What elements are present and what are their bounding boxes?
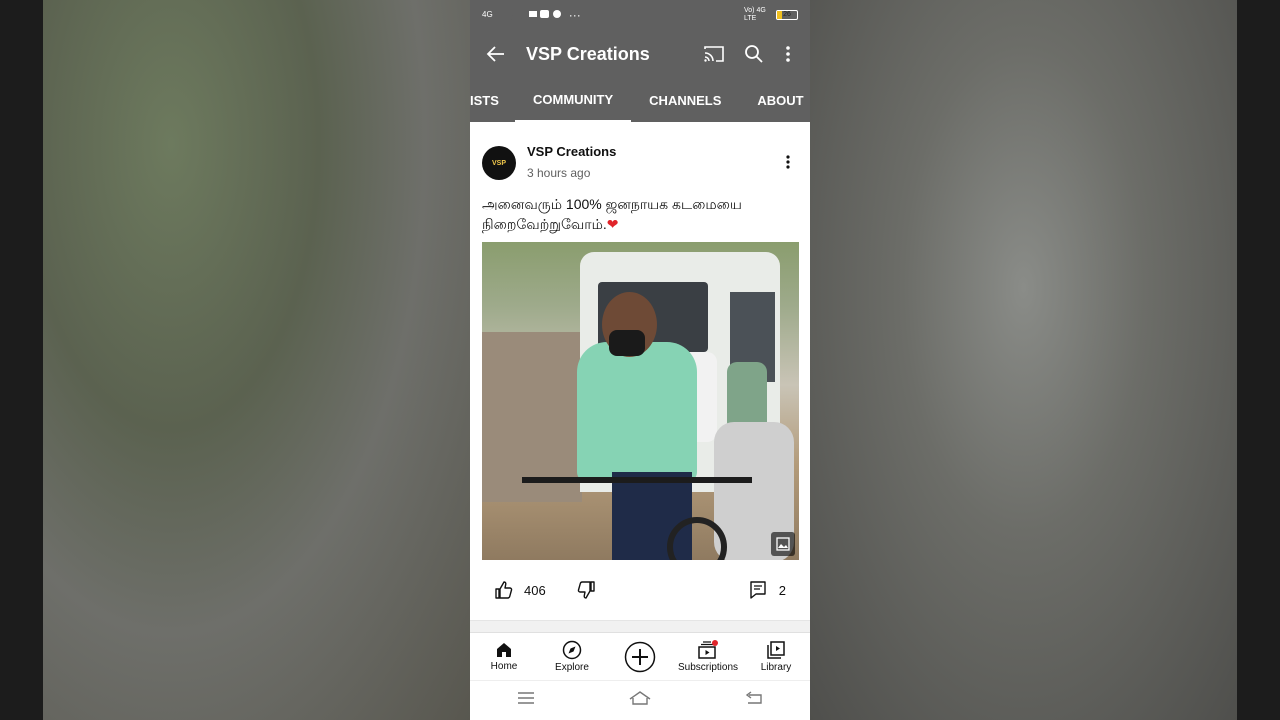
post-header: VSP VSP Creations 3 hours ago bbox=[482, 122, 798, 180]
notification-icons bbox=[528, 8, 563, 22]
image-icon bbox=[776, 537, 790, 551]
tab-about[interactable]: ABOUT bbox=[739, 78, 803, 122]
post-time: 3 hours ago bbox=[527, 166, 591, 180]
post-text: அனைவரும் 100% ஜனநாயக கடமையை நிறைவேற்றுவோ… bbox=[482, 194, 782, 234]
tab-community[interactable]: COMMUNITY bbox=[515, 78, 632, 122]
back-icon bbox=[746, 691, 763, 704]
image-badge bbox=[771, 532, 795, 556]
menu-icon bbox=[517, 692, 534, 704]
more-vert-icon bbox=[786, 46, 790, 62]
system-home-button[interactable] bbox=[628, 690, 652, 711]
cast-button[interactable] bbox=[694, 34, 734, 74]
comment-count: 2 bbox=[778, 582, 786, 598]
nav-explore[interactable]: Explore bbox=[538, 633, 606, 680]
back-button[interactable] bbox=[486, 34, 506, 74]
home-outline-icon bbox=[629, 691, 651, 705]
comment-icon bbox=[750, 581, 766, 599]
more-notifications: ··· bbox=[568, 8, 581, 22]
background-right-panel bbox=[810, 0, 1237, 720]
post-text-line-2: நிறைவேற்றுவோம். bbox=[482, 216, 607, 232]
subscriptions-icon bbox=[698, 640, 718, 659]
image-cyclist-body bbox=[577, 342, 697, 482]
battery-icon: 26 bbox=[776, 10, 798, 20]
tab-playlists[interactable]: ISTS bbox=[470, 78, 515, 122]
phone-screen: 4G 1:45 ··· Vo) 4G LTE 26 VSP Creations … bbox=[470, 0, 810, 720]
system-navigation-bar bbox=[470, 680, 810, 720]
cast-icon bbox=[704, 46, 724, 62]
tab-channels[interactable]: CHANNELS bbox=[631, 78, 739, 122]
post-menu-button[interactable] bbox=[778, 144, 798, 180]
community-post: VSP VSP Creations 3 hours ago அனைவரும் 1… bbox=[470, 122, 810, 620]
system-back-button[interactable] bbox=[745, 691, 763, 710]
nav-subscriptions-label: Subscriptions bbox=[677, 662, 739, 673]
overflow-menu-button[interactable] bbox=[774, 34, 802, 74]
app-bar: VSP Creations bbox=[470, 30, 810, 78]
channel-tabs: ISTS COMMUNITY CHANNELS ABOUT bbox=[470, 78, 810, 122]
channel-title: VSP Creations bbox=[526, 43, 650, 64]
search-icon bbox=[745, 45, 763, 63]
library-icon bbox=[767, 641, 785, 659]
back-arrow-icon bbox=[486, 46, 504, 62]
like-count: 406 bbox=[524, 582, 546, 598]
bottom-navigation: Home Explore Subscriptions Library bbox=[470, 632, 810, 680]
background-edge-left bbox=[0, 0, 43, 720]
nav-home-label: Home bbox=[490, 661, 518, 672]
thumb-up-icon bbox=[495, 581, 513, 599]
home-icon bbox=[497, 643, 511, 657]
like-button[interactable]: 406 bbox=[494, 580, 546, 600]
nav-library-label: Library bbox=[760, 662, 792, 673]
post-image[interactable] bbox=[482, 242, 799, 560]
dislike-button[interactable] bbox=[576, 580, 596, 600]
more-vert-icon bbox=[786, 155, 790, 169]
image-face-mask bbox=[609, 330, 645, 356]
post-channel-name[interactable]: VSP Creations bbox=[527, 144, 778, 159]
comments-button[interactable]: 2 bbox=[749, 580, 786, 600]
nav-subscriptions[interactable]: Subscriptions bbox=[674, 633, 742, 680]
nav-create[interactable] bbox=[606, 633, 674, 680]
nav-library[interactable]: Library bbox=[742, 633, 810, 680]
compass-icon bbox=[562, 640, 582, 660]
post-text-line-1: அனைவரும் 100% ஜனநாயக கடமையை bbox=[482, 196, 742, 212]
network-indicator: 4G bbox=[482, 10, 493, 19]
thumb-down-icon bbox=[577, 581, 595, 599]
nav-explore-label: Explore bbox=[555, 662, 589, 673]
channel-avatar[interactable]: VSP bbox=[482, 146, 516, 180]
post-actions: 406 2 bbox=[482, 560, 798, 620]
status-bar: 4G 1:45 ··· Vo) 4G LTE 26 bbox=[470, 0, 810, 30]
system-menu-button[interactable] bbox=[517, 691, 535, 710]
heart-emoji: ❤ bbox=[606, 216, 619, 232]
avatar-logo-text: VSP bbox=[491, 159, 506, 167]
post-divider bbox=[470, 620, 810, 632]
clock: 1:45 bbox=[498, 11, 523, 26]
background-left-panel bbox=[43, 0, 470, 720]
search-button[interactable] bbox=[734, 34, 774, 74]
background-edge-right bbox=[1237, 0, 1280, 720]
create-icon bbox=[624, 641, 656, 672]
signal-indicator: Vo) 4G LTE bbox=[744, 7, 766, 22]
nav-home[interactable]: Home bbox=[470, 633, 538, 680]
